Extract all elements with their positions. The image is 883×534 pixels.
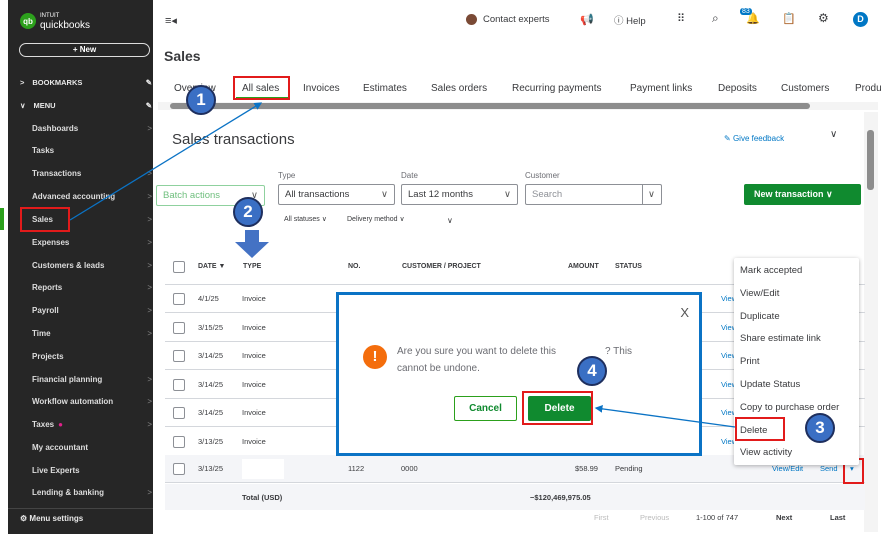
arrow-3: [594, 405, 736, 428]
step-badge-1: 1: [186, 85, 216, 115]
step-badge-3: 3: [805, 413, 835, 443]
arrow-1: [69, 102, 263, 221]
annotation-arrows: [69, 102, 736, 428]
step-badge-2: 2: [233, 197, 263, 227]
arrow-down-icon: [235, 230, 269, 258]
step-badge-4: 4: [577, 356, 607, 386]
